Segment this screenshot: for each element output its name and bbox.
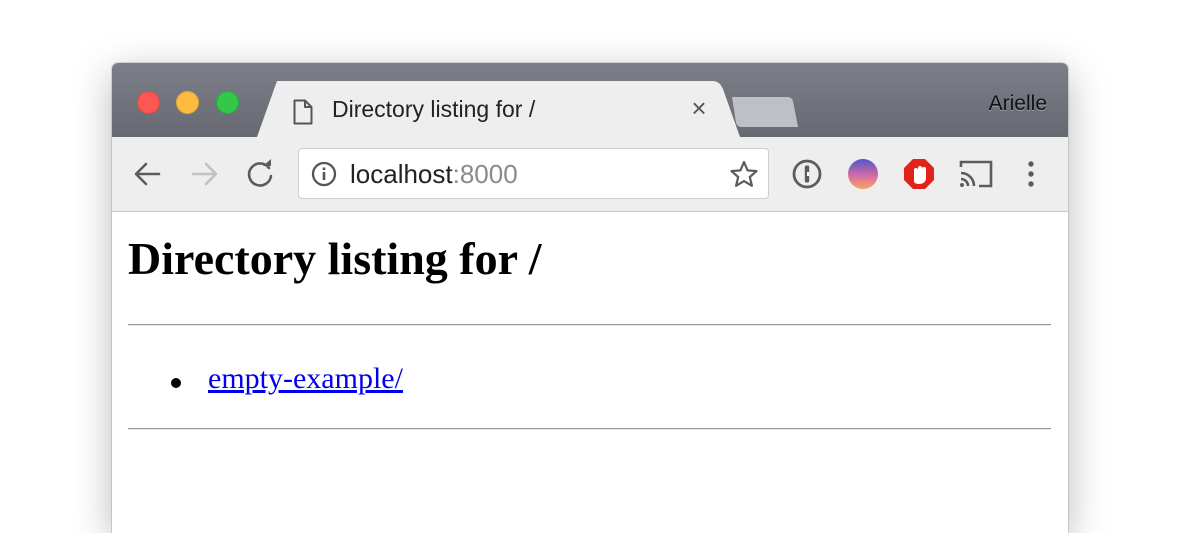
info-icon[interactable] <box>311 161 337 192</box>
forward-arrow-icon[interactable] <box>187 157 221 191</box>
new-tab-button[interactable] <box>732 97 802 129</box>
1password-icon[interactable] <box>790 157 824 191</box>
zoom-window-button[interactable] <box>216 91 239 114</box>
back-arrow-icon[interactable] <box>131 157 165 191</box>
url-text[interactable]: localhost:8000 <box>350 159 518 190</box>
tab-close-icon[interactable]: × <box>687 95 711 121</box>
title-bar: Directory listing for / × Arielle <box>112 63 1068 137</box>
gradient-extension-icon[interactable] <box>846 157 880 191</box>
toolbar: localhost:8000 <box>112 137 1068 212</box>
divider-top <box>128 324 1051 326</box>
profile-name[interactable]: Arielle <box>989 92 1047 116</box>
page-title: Directory listing for / <box>128 233 542 284</box>
page-content: Directory listing for / empty-example/ <box>112 212 1068 533</box>
star-icon[interactable] <box>729 160 759 193</box>
close-window-button[interactable] <box>137 91 160 114</box>
address-bar[interactable]: localhost:8000 <box>298 148 769 199</box>
reload-icon[interactable] <box>243 157 277 191</box>
directory-link[interactable]: empty-example/ <box>208 362 403 396</box>
document-icon <box>293 99 313 130</box>
cast-icon[interactable] <box>958 157 993 191</box>
bullet <box>171 378 181 388</box>
more-menu-icon[interactable] <box>1014 157 1048 191</box>
tab-title: Directory listing for / <box>332 96 536 122</box>
divider-bottom <box>128 428 1051 430</box>
minimize-window-button[interactable] <box>176 91 199 114</box>
browser-window: Directory listing for / × Arielle localh… <box>112 63 1068 533</box>
url-port: :8000 <box>452 159 518 189</box>
url-host: localhost <box>350 159 453 189</box>
adblock-icon[interactable] <box>902 157 936 191</box>
